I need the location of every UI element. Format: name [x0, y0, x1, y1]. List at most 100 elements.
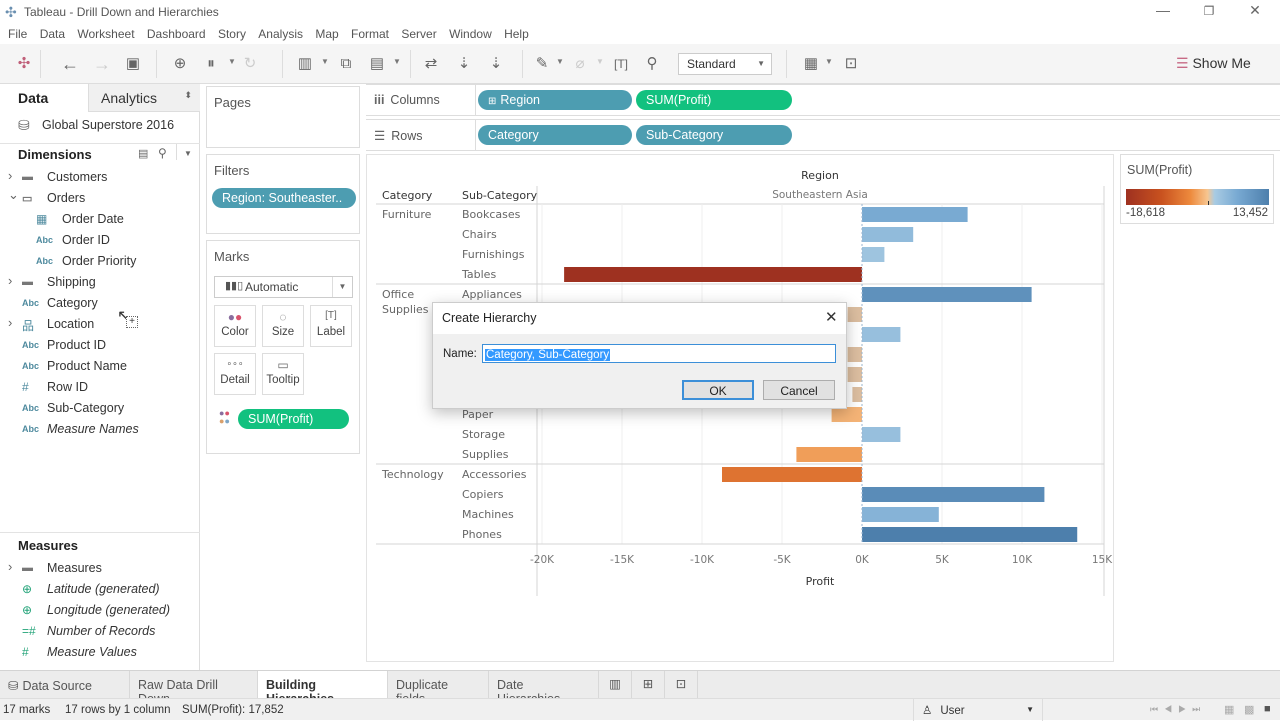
- show-cards-icon[interactable]: ▦: [801, 54, 821, 74]
- expand-plus-icon[interactable]: ⊞: [488, 96, 496, 107]
- menu-dashboard[interactable]: Dashboard: [147, 24, 206, 41]
- grid-view-icon[interactable]: ▩: [1244, 703, 1254, 716]
- view-as-list-icon[interactable]: ▤: [138, 147, 148, 160]
- columns-shelf[interactable]: iii Columns ⊞ Region SUM(Profit): [366, 84, 1280, 116]
- chevron-right-icon[interactable]: ›: [8, 273, 12, 288]
- dropdown-arrow-icon[interactable]: ▼: [556, 57, 564, 66]
- field-item[interactable]: ⊕ Latitude (generated): [0, 580, 200, 601]
- sheet-navigation-icons[interactable]: ⏮◀▶⏭: [1150, 704, 1206, 715]
- dropdown-arrow-icon[interactable]: ▼: [228, 57, 236, 66]
- field-item[interactable]: # Measure Values: [0, 643, 200, 664]
- tabs-view-icon[interactable]: ■: [1264, 703, 1271, 715]
- chevron-down-icon[interactable]: ⌄: [8, 187, 19, 203]
- columns-pill-sum-profit[interactable]: SUM(Profit): [636, 90, 792, 110]
- show-mark-labels-icon[interactable]: [T]: [611, 54, 631, 74]
- sort-descending-icon[interactable]: ⇣: [486, 54, 506, 74]
- menu-file[interactable]: File: [8, 24, 27, 41]
- dialog-close-icon[interactable]: ✕: [825, 308, 838, 326]
- pause-updates-icon[interactable]: ⏸: [201, 54, 221, 74]
- detail-button[interactable]: ∘∘∘ Detail: [214, 353, 256, 395]
- rows-pill-sub-category[interactable]: Sub-Category: [636, 125, 792, 145]
- field-item[interactable]: =# Number of Records: [0, 622, 200, 643]
- dropdown-arrow-icon[interactable]: ▼: [321, 57, 329, 66]
- field-item[interactable]: › ▬ Shipping: [0, 273, 200, 294]
- field-item[interactable]: Abc Product ID: [0, 336, 200, 357]
- user-select[interactable]: ♙ User ▼: [913, 699, 1043, 721]
- field-item[interactable]: › ▬ Customers: [0, 168, 200, 189]
- menu-format[interactable]: Format: [351, 24, 389, 41]
- filmstrip-view-icon[interactable]: ▦: [1224, 703, 1234, 716]
- field-item[interactable]: Abc Measure Names: [0, 420, 200, 441]
- datasource-item[interactable]: Global Superstore 2016: [0, 112, 200, 144]
- menu-window[interactable]: Window: [449, 24, 492, 41]
- new-datasource-icon[interactable]: ⊕: [170, 54, 190, 74]
- hierarchy-name-input[interactable]: Category, Sub-Category: [482, 344, 836, 363]
- dropdown-arrow-icon[interactable]: ▼: [825, 57, 833, 66]
- field-item[interactable]: Abc Product Name: [0, 357, 200, 378]
- new-worksheet-icon[interactable]: ▥: [295, 54, 315, 74]
- clear-sheet-icon[interactable]: ▤: [367, 54, 387, 74]
- filters-card[interactable]: Filters Region: Southeaster..: [206, 154, 360, 234]
- field-item[interactable]: Abc Sub-Category: [0, 399, 200, 420]
- chevron-right-icon[interactable]: ›: [8, 168, 12, 183]
- search-icon[interactable]: ⚲: [158, 146, 167, 160]
- color-legend[interactable]: SUM(Profit) -18,618 13,452: [1120, 154, 1274, 224]
- dimensions-menu-icon[interactable]: ▼: [184, 149, 192, 158]
- menu-story[interactable]: Story: [218, 24, 246, 41]
- tooltip-button[interactable]: ▭ Tooltip: [262, 353, 304, 395]
- columns-pill-region[interactable]: ⊞ Region: [478, 90, 632, 110]
- size-button[interactable]: ◌ Size: [262, 305, 304, 347]
- rows-pill-category[interactable]: Category: [478, 125, 632, 145]
- tab-duplicate-fields[interactable]: Duplicate fields: [388, 671, 489, 706]
- fit-select[interactable]: Standard ▼: [678, 53, 772, 75]
- menu-help[interactable]: Help: [504, 24, 529, 41]
- pages-card[interactable]: Pages: [206, 86, 360, 148]
- close-window-icon[interactable]: ✕: [1240, 2, 1270, 19]
- ok-button[interactable]: OK: [682, 380, 754, 400]
- mark-type-select[interactable]: ▮▮▯ Automatic ▼: [214, 276, 353, 298]
- dropdown-arrow-icon[interactable]: ▼: [596, 57, 604, 66]
- field-item[interactable]: ⊕ Longitude (generated): [0, 601, 200, 622]
- new-worksheet-tab-icon[interactable]: ▥: [599, 671, 632, 699]
- refresh-icon[interactable]: ↻: [240, 54, 260, 74]
- tab-date-hierarchies[interactable]: Date Hierarchies: [489, 671, 599, 706]
- tab-analytics[interactable]: Analytics ⬍: [88, 84, 200, 112]
- tableau-home-icon[interactable]: ✣: [14, 54, 34, 74]
- presentation-mode-icon[interactable]: ⊡: [841, 54, 861, 74]
- group-members-icon[interactable]: ⌀: [570, 54, 590, 74]
- menu-map[interactable]: Map: [315, 24, 338, 41]
- new-story-tab-icon[interactable]: ⊡: [665, 671, 698, 699]
- tab-building-hierarchies[interactable]: Building Hierarchies: [258, 671, 388, 706]
- back-icon[interactable]: ←: [60, 54, 80, 74]
- tab-data[interactable]: Data: [0, 84, 87, 112]
- tab-raw-data-drill-down[interactable]: Raw Data Drill Down: [130, 671, 258, 706]
- color-button[interactable]: ●● Color: [214, 305, 256, 347]
- field-item[interactable]: # Row ID: [0, 378, 200, 399]
- swap-axes-icon[interactable]: ⇄: [421, 54, 441, 74]
- fix-axes-icon[interactable]: ⚲: [642, 54, 662, 74]
- field-item[interactable]: ⌄ ▭ Orders: [0, 187, 200, 210]
- rows-shelf[interactable]: ☰ Rows Category Sub-Category: [366, 119, 1280, 151]
- field-item[interactable]: ▦ Order Date: [0, 210, 200, 231]
- dropdown-arrow-icon[interactable]: ▼: [393, 57, 401, 66]
- chevron-right-icon[interactable]: ›: [8, 315, 12, 330]
- field-item[interactable]: Abc Order Priority: [0, 252, 200, 273]
- menu-data[interactable]: Data: [40, 24, 65, 41]
- cancel-button[interactable]: Cancel: [763, 380, 835, 400]
- save-icon[interactable]: ▣: [123, 54, 143, 74]
- sort-ascending-icon[interactable]: ⇣: [454, 54, 474, 74]
- tab-data-source[interactable]: ⛁ Data Source: [0, 671, 130, 699]
- show-me-button[interactable]: ☰ Show Me: [1176, 55, 1251, 72]
- menu-worksheet[interactable]: Worksheet: [77, 24, 134, 41]
- duplicate-sheet-icon[interactable]: ⧉: [336, 54, 356, 74]
- field-item[interactable]: › ▬ Measures: [0, 559, 200, 580]
- field-item[interactable]: › 品 Location: [0, 315, 200, 336]
- filter-pill-region[interactable]: Region: Southeaster..: [212, 188, 356, 208]
- minimize-icon[interactable]: —: [1148, 2, 1178, 18]
- field-item[interactable]: Abc Order ID: [0, 231, 200, 252]
- highlight-icon[interactable]: ✎: [532, 54, 552, 74]
- chevron-right-icon[interactable]: ›: [8, 559, 12, 574]
- restore-icon[interactable]: ❐: [1194, 4, 1224, 18]
- field-item[interactable]: Abc Category: [0, 294, 200, 315]
- menu-server[interactable]: Server: [401, 24, 436, 41]
